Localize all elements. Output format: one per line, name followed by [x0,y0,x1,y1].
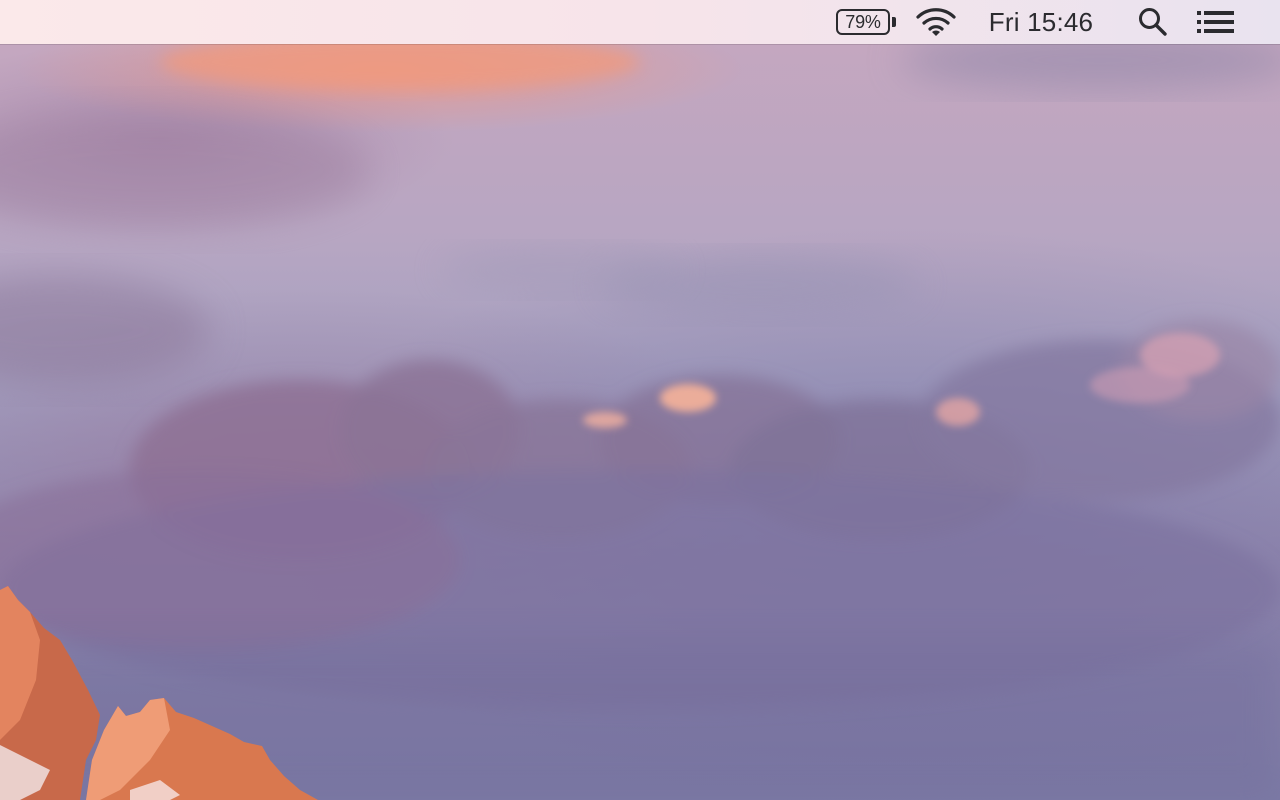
wallpaper-mountain [0,586,318,800]
battery-status[interactable]: 79% [832,0,900,44]
menu-bar: 79% Fri 15:46 [0,0,1280,44]
battery-percent: 79% [845,11,881,32]
notification-center-button[interactable] [1192,0,1240,44]
wifi-status[interactable] [912,0,960,44]
desktop[interactable]: 79% Fri 15:46 [0,0,1280,800]
menubar-clock[interactable]: Fri 15:46 [978,0,1104,44]
clock-label: Fri 15:46 [988,6,1094,37]
battery-tip [892,17,896,27]
wifi-icon [916,8,956,36]
search-icon [1139,8,1167,36]
spotlight-button[interactable] [1132,0,1174,44]
battery-icon: 79% [836,9,890,35]
list-icon [1197,11,1234,33]
